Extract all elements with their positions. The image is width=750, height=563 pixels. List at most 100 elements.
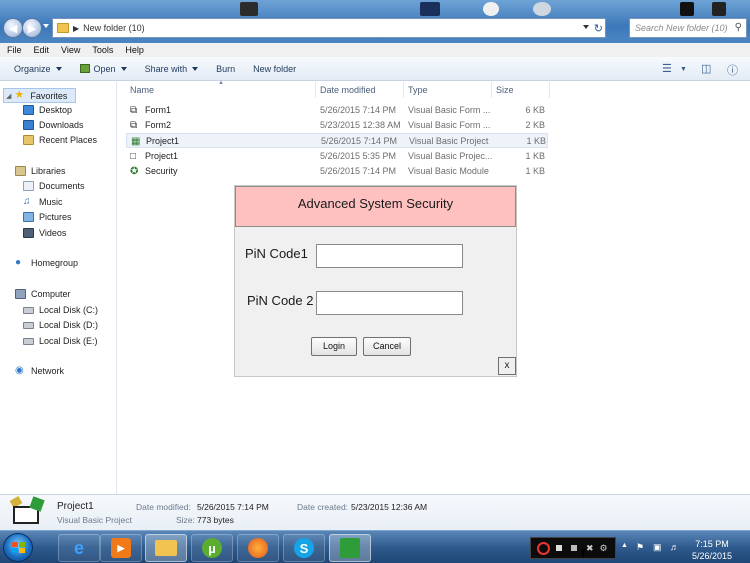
address-bar[interactable]: ▶ New folder (10) ↻ [52, 18, 606, 38]
share-chevron-down-icon [192, 66, 199, 71]
pin2-input[interactable] [316, 291, 463, 315]
taskbar-media-player[interactable]: ▶ [100, 534, 142, 562]
hard-disk-icon [23, 337, 34, 345]
file-type: Visual Basic Projec... [408, 151, 493, 161]
file-row-project1-vbp[interactable]: ▦ Project1 5/26/2015 7:14 PM Visual Basi… [126, 133, 548, 148]
recent-pages-dropdown-icon[interactable] [43, 24, 49, 28]
hard-disk-icon [23, 306, 34, 314]
nav-music[interactable]: ♫ Music [23, 196, 63, 208]
nav-network[interactable]: ◉ Network [15, 365, 64, 377]
system-clock[interactable]: 7:15 PM 5/26/2015 [684, 538, 740, 562]
column-header-type[interactable]: Type [404, 82, 492, 98]
nav-libraries[interactable]: Libraries [15, 166, 66, 176]
show-hidden-icons-icon[interactable]: ▲ [621, 542, 628, 549]
nav-recent-places[interactable]: Recent Places [23, 135, 97, 145]
open-button[interactable]: Open [79, 63, 127, 74]
view-options-icon[interactable]: ☰ [662, 62, 672, 75]
burn-label: Burn [216, 63, 236, 74]
media-player-icon: ▶ [111, 538, 131, 558]
breadcrumb-current-folder[interactable]: New folder (10) [83, 23, 145, 33]
close-button[interactable]: x [498, 357, 516, 375]
menu-file[interactable]: File [7, 45, 22, 55]
file-row-project1-vbw[interactable]: □ Project1 5/26/2015 5:35 PM Visual Basi… [126, 149, 548, 164]
collapse-triangle-icon[interactable]: ◢ [6, 92, 11, 100]
refresh-icon[interactable]: ↻ [594, 22, 603, 35]
nav-desktop[interactable]: Desktop [23, 105, 72, 115]
nav-disk-c[interactable]: Local Disk (C:) [23, 305, 98, 315]
nav-favorites[interactable]: ◢ ★ Favorites [3, 88, 77, 103]
login-button[interactable]: Login [311, 337, 357, 356]
taskbar-windows-explorer[interactable] [145, 534, 187, 562]
breadcrumb-chevron-icon[interactable]: ▶ [73, 24, 79, 33]
nav-videos-label: Videos [39, 228, 67, 238]
menu-bar: File Edit View Tools Help [0, 43, 750, 57]
nav-homegroup[interactable]: ● Homegroup [15, 258, 78, 269]
nav-desktop-label: Desktop [39, 105, 73, 115]
menu-view[interactable]: View [61, 45, 80, 55]
share-with-button[interactable]: Share with [145, 64, 199, 74]
taskbar-firefox[interactable] [237, 534, 279, 562]
windows-logo-icon [12, 542, 25, 554]
cancel-button[interactable]: Cancel [363, 337, 411, 356]
nav-computer[interactable]: Computer [15, 289, 71, 299]
record-icon[interactable] [537, 541, 550, 555]
menu-help[interactable]: Help [125, 45, 144, 55]
back-button[interactable]: ◀ [3, 18, 23, 38]
taskbar-utorrent[interactable]: µ [191, 534, 233, 562]
desktop-icon [23, 105, 34, 115]
file-date: 5/23/2015 12:38 AM [320, 120, 401, 130]
nav-disk-c-label: Local Disk (C:) [39, 305, 99, 315]
column-type-label: Type [408, 85, 428, 95]
column-header-date[interactable]: Date modified [316, 82, 404, 98]
network-icon: ◉ [15, 365, 24, 376]
help-icon[interactable]: ⓘ [727, 62, 738, 78]
column-date-label: Date modified [320, 85, 376, 95]
nav-disk-d-label: Local Disk (D:) [39, 320, 99, 330]
camera-icon[interactable] [571, 545, 577, 551]
file-row-security[interactable]: ✪ Security 5/26/2015 7:14 PM Visual Basi… [126, 164, 548, 179]
nav-videos[interactable]: Videos [23, 228, 66, 238]
preview-pane-icon[interactable]: ◫ [701, 62, 711, 75]
burn-button[interactable]: Burn [216, 64, 235, 74]
new-folder-button[interactable]: New folder [253, 64, 296, 74]
nav-documents[interactable]: Documents [23, 181, 85, 191]
nav-disk-e[interactable]: Local Disk (E:) [23, 336, 98, 346]
clock-date: 5/26/2015 [691, 551, 733, 561]
taskbar-skype[interactable]: S [283, 534, 325, 562]
taskbar-visual-basic[interactable] [329, 534, 371, 562]
file-date: 5/26/2015 7:14 PM [321, 136, 398, 146]
nav-disk-d[interactable]: Local Disk (D:) [23, 320, 98, 330]
settings-icon[interactable]: ⚙ [600, 543, 608, 554]
action-center-flag-icon[interactable]: ⚑ [636, 542, 644, 553]
pin1-input[interactable] [316, 244, 463, 268]
pen-icon[interactable]: ✖ [586, 543, 594, 554]
menu-edit[interactable]: Edit [34, 45, 50, 55]
file-type: Visual Basic Project [409, 136, 489, 146]
organize-label: Organize [14, 63, 51, 74]
start-button[interactable] [3, 533, 33, 562]
organize-button[interactable]: Organize [14, 64, 62, 74]
file-row-form1[interactable]: ⧉ Form1 5/26/2015 7:14 PM Visual Basic F… [126, 103, 548, 118]
file-size: 1 KB [526, 136, 546, 146]
menu-tools[interactable]: Tools [92, 45, 113, 55]
back-arrow-icon: ◀ [8, 22, 18, 35]
forward-button[interactable]: ▶ [22, 18, 42, 38]
taskbar-internet-explorer[interactable]: e [58, 534, 100, 562]
screen-recorder-controls: ✖ ⚙ [530, 537, 616, 559]
search-input[interactable]: Search New folder (10) ⚲ [629, 18, 747, 38]
view-chevron-down-icon[interactable]: ▼ [680, 66, 687, 73]
file-name: Form2 [145, 120, 172, 130]
network-tray-icon[interactable]: ▣ [653, 542, 662, 553]
address-dropdown-icon[interactable] [583, 25, 589, 29]
stop-icon[interactable] [556, 545, 562, 551]
file-row-form2[interactable]: ⧉ Form2 5/23/2015 12:38 AM Visual Basic … [126, 118, 548, 133]
volume-icon[interactable]: ♬ [670, 542, 679, 552]
column-header-size[interactable]: Size [492, 82, 550, 98]
open-label: Open [93, 63, 116, 74]
file-size: 6 KB [525, 105, 545, 115]
music-icon: ♫ [23, 196, 31, 207]
nav-pictures[interactable]: Pictures [23, 212, 72, 222]
nav-downloads[interactable]: Downloads [23, 120, 84, 130]
details-modified-value: 5/26/2015 7:14 PM [197, 502, 269, 512]
search-placeholder: Search New folder (10) [635, 23, 728, 33]
